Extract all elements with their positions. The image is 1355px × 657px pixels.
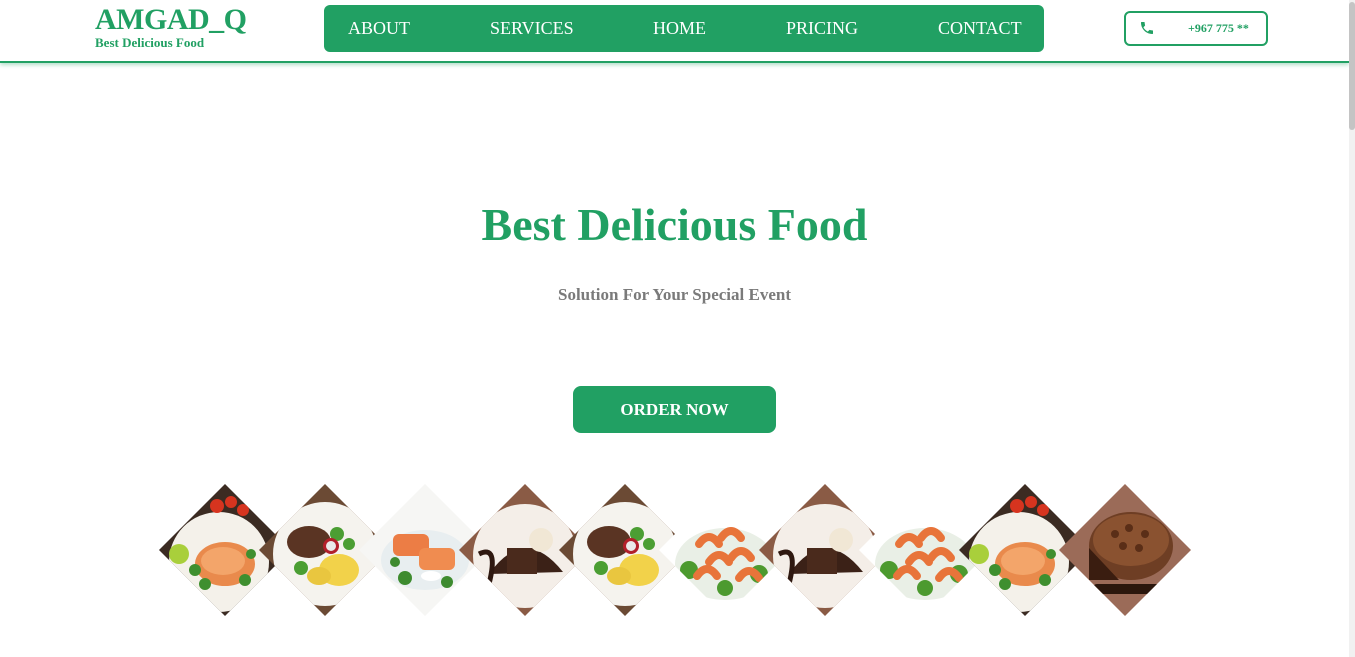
food-gallery [0, 0, 1349, 657]
phone-icon [1141, 22, 1153, 34]
nav-pricing[interactable]: PRICING [786, 5, 858, 52]
nav-about[interactable]: ABOUT [348, 5, 410, 52]
logo-title: AMGAD_Q [95, 3, 247, 36]
nav-home[interactable]: HOME [653, 5, 706, 52]
main-nav: ABOUT SERVICES HOME PRICING CONTACT [324, 5, 1044, 52]
scrollbar-thumb[interactable] [1349, 2, 1355, 130]
nav-contact[interactable]: CONTACT [938, 5, 1022, 52]
hero-subtitle: Solution For Your Special Event [558, 285, 791, 304]
nav-services[interactable]: SERVICES [490, 5, 574, 52]
order-now-button[interactable]: ORDER NOW [573, 386, 776, 433]
logo-subtitle: Best Delicious Food [95, 35, 205, 50]
site-header: AMGAD_Q Best Delicious Food ABOUT SERVIC… [0, 0, 1349, 63]
phone-number: +967 775 ** [1188, 21, 1249, 35]
logo[interactable]: AMGAD_Q Best Delicious Food [95, 3, 247, 50]
hero-title: Best Delicious Food [481, 199, 868, 250]
dish-chocolate-layer-cake[interactable] [1059, 484, 1191, 616]
phone-button[interactable]: +967 775 ** [1124, 11, 1268, 46]
page-scrollbar[interactable] [1349, 0, 1355, 657]
